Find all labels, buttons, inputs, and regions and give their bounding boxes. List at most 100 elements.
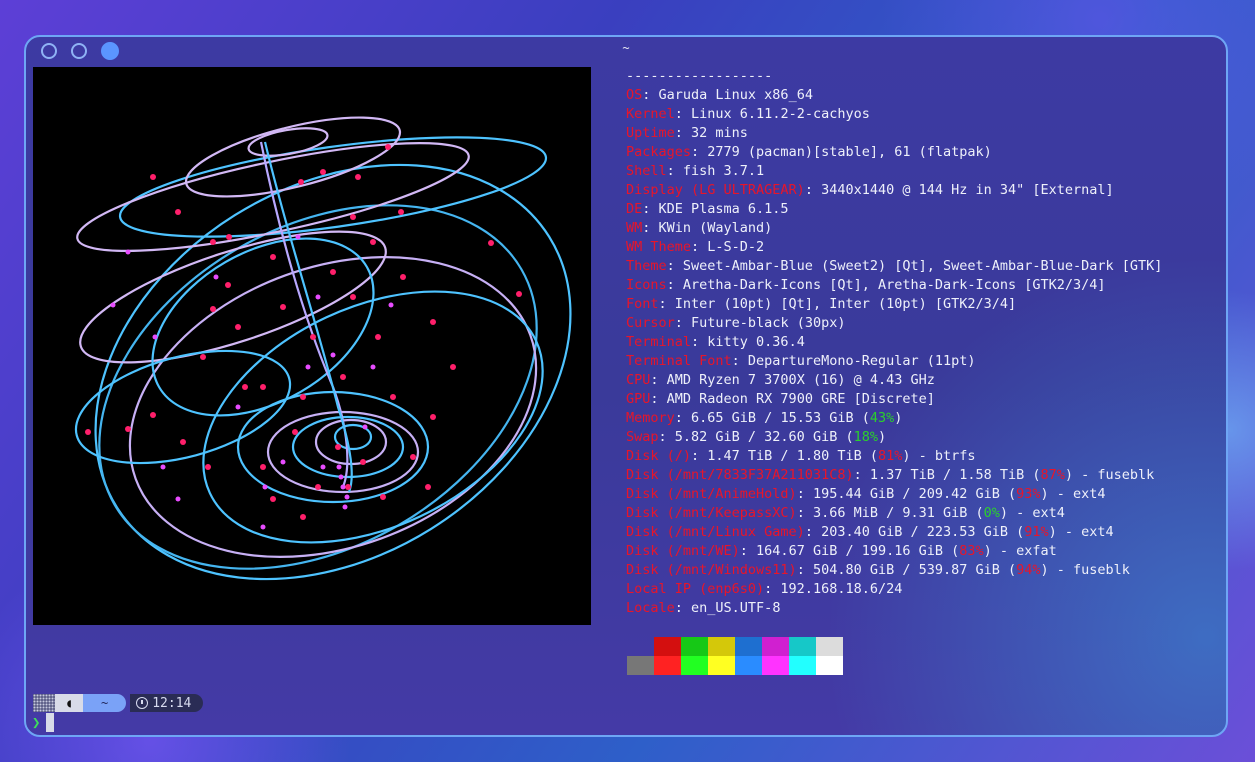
data-point xyxy=(430,319,436,325)
data-point xyxy=(516,291,522,297)
data-point xyxy=(125,249,131,255)
info-key: Terminal Font xyxy=(626,353,732,369)
data-point xyxy=(225,282,231,288)
data-point xyxy=(370,364,376,370)
info-value: : 32 mins xyxy=(674,125,748,141)
info-value: : AMD Radeon RX 7900 GRE [Discrete] xyxy=(650,391,935,407)
usage-percent: 91% xyxy=(1024,524,1049,540)
info-value-tail: ) - exfat xyxy=(983,543,1057,559)
data-point xyxy=(320,464,326,470)
data-point xyxy=(355,174,361,180)
info-key: Icons xyxy=(626,277,667,293)
terminal-window[interactable]: ~ ------------------ OS: Garuda Linux x8… xyxy=(24,35,1228,737)
data-point xyxy=(336,464,342,470)
info-row: Shell: fish 3.7.1 xyxy=(626,162,1226,181)
info-value: : 2779 (pacman)[stable], 61 (flatpak) xyxy=(691,144,992,160)
data-point xyxy=(260,384,266,390)
palette-swatch xyxy=(681,637,708,656)
info-row: Disk (/mnt/Windows11): 504.80 GiB / 539.… xyxy=(626,561,1226,580)
info-key: Disk (/mnt/KeepassXC) xyxy=(626,505,797,521)
info-value-tail: ) - btrfs xyxy=(902,448,976,464)
info-row: Disk (/mnt/Linux Game): 203.40 GiB / 223… xyxy=(626,523,1226,542)
command-line[interactable]: ❯ xyxy=(32,713,55,732)
data-point xyxy=(150,412,156,418)
info-value: : Garuda Linux x86_64 xyxy=(642,87,813,103)
info-row: Terminal Font: DepartureMono-Regular (11… xyxy=(626,352,1226,371)
info-key: Disk (/mnt/7833F37A211031C8) xyxy=(626,467,854,483)
data-point xyxy=(235,404,241,410)
data-point xyxy=(390,394,396,400)
orbit-ellipse xyxy=(98,204,538,570)
palette-swatch xyxy=(735,656,762,675)
lorenz-attractor-graphic xyxy=(74,116,572,581)
data-point xyxy=(315,294,321,300)
info-value: : L-S-D-2 xyxy=(691,239,765,255)
info-row: ------------------ xyxy=(626,67,1226,86)
info-value-tail: ) - ext4 xyxy=(1040,486,1106,502)
info-value-tail: ) xyxy=(877,429,887,445)
usage-percent: 0% xyxy=(983,505,1000,521)
info-value: : 164.67 GiB / 199.16 GiB ( xyxy=(739,543,960,559)
info-key: Memory xyxy=(626,410,675,426)
data-point xyxy=(260,464,266,470)
info-value: : 195.44 GiB / 209.42 GiB ( xyxy=(796,486,1017,502)
info-value: : 1.37 TiB / 1.58 TiB ( xyxy=(853,467,1041,483)
info-key: WM Theme xyxy=(626,239,692,255)
palette-swatch xyxy=(654,656,681,675)
orbit-ellipse xyxy=(79,230,387,364)
info-value: : AMD Ryzen 7 3700X (16) @ 4.43 GHz xyxy=(650,372,935,388)
data-point xyxy=(305,364,311,370)
info-key: OS xyxy=(626,87,643,103)
info-value: : 504.80 GiB / 539.87 GiB ( xyxy=(796,562,1017,578)
data-point xyxy=(380,494,386,500)
info-value: : fish 3.7.1 xyxy=(666,163,765,179)
info-row: Disk (/mnt/KeepassXC): 3.66 MiB / 9.31 G… xyxy=(626,504,1226,523)
titlebar[interactable]: ~ xyxy=(26,37,1226,67)
palette-row-normal xyxy=(627,637,843,656)
info-value: : 203.40 GiB / 223.53 GiB ( xyxy=(804,524,1025,540)
data-point xyxy=(200,354,206,360)
data-point xyxy=(398,209,404,215)
fish-icon: ◖ xyxy=(55,694,83,712)
data-point xyxy=(320,169,326,175)
info-value: : Linux 6.11.2-2-cachyos xyxy=(674,106,870,122)
info-row: Kernel: Linux 6.11.2-2-cachyos xyxy=(626,105,1226,124)
info-value: : 3.66 MiB / 9.31 GiB ( xyxy=(796,505,984,521)
data-point xyxy=(340,484,346,490)
data-point xyxy=(110,302,116,308)
data-point xyxy=(175,496,181,502)
data-point xyxy=(338,474,344,480)
info-value: ------------------ xyxy=(626,68,773,84)
usage-percent: 87% xyxy=(1040,467,1065,483)
info-row: WM Theme: L-S-D-2 xyxy=(626,238,1226,257)
data-point xyxy=(180,439,186,445)
data-point xyxy=(235,324,241,330)
info-row: Disk (/): 1.47 TiB / 1.80 TiB (81%) - bt… xyxy=(626,447,1226,466)
info-row: OS: Garuda Linux x86_64 xyxy=(626,86,1226,105)
orbit-ellipse xyxy=(247,127,329,157)
usage-percent: 83% xyxy=(959,543,984,559)
data-point xyxy=(342,504,348,510)
info-key: Display (LG ULTRAGEAR) xyxy=(626,182,805,198)
data-point xyxy=(385,144,391,150)
info-row: Disk (/mnt/AnimeHold): 195.44 GiB / 209.… xyxy=(626,485,1226,504)
palette-swatch xyxy=(762,656,789,675)
info-key: Locale xyxy=(626,600,675,616)
info-row: Icons: Aretha-Dark-Icons [Qt], Aretha-Da… xyxy=(626,276,1226,295)
info-key: Disk (/) xyxy=(626,448,692,464)
info-key: Uptime xyxy=(626,125,675,141)
data-point xyxy=(362,424,368,430)
text-cursor[interactable] xyxy=(46,713,55,732)
palette-swatch xyxy=(816,637,843,656)
data-point xyxy=(262,484,268,490)
info-key: Disk (/mnt/Linux Game) xyxy=(626,524,805,540)
data-point xyxy=(125,426,131,432)
info-value-tail: ) - ext4 xyxy=(1048,524,1114,540)
info-key: Cursor xyxy=(626,315,675,331)
usage-percent: 94% xyxy=(1016,562,1041,578)
prompt-chevron-icon: ❯ xyxy=(32,714,41,731)
data-point xyxy=(270,496,276,502)
data-point xyxy=(226,234,232,240)
prompt-bar: ◖ ~ 12:14 xyxy=(33,693,204,713)
data-point xyxy=(360,459,366,465)
